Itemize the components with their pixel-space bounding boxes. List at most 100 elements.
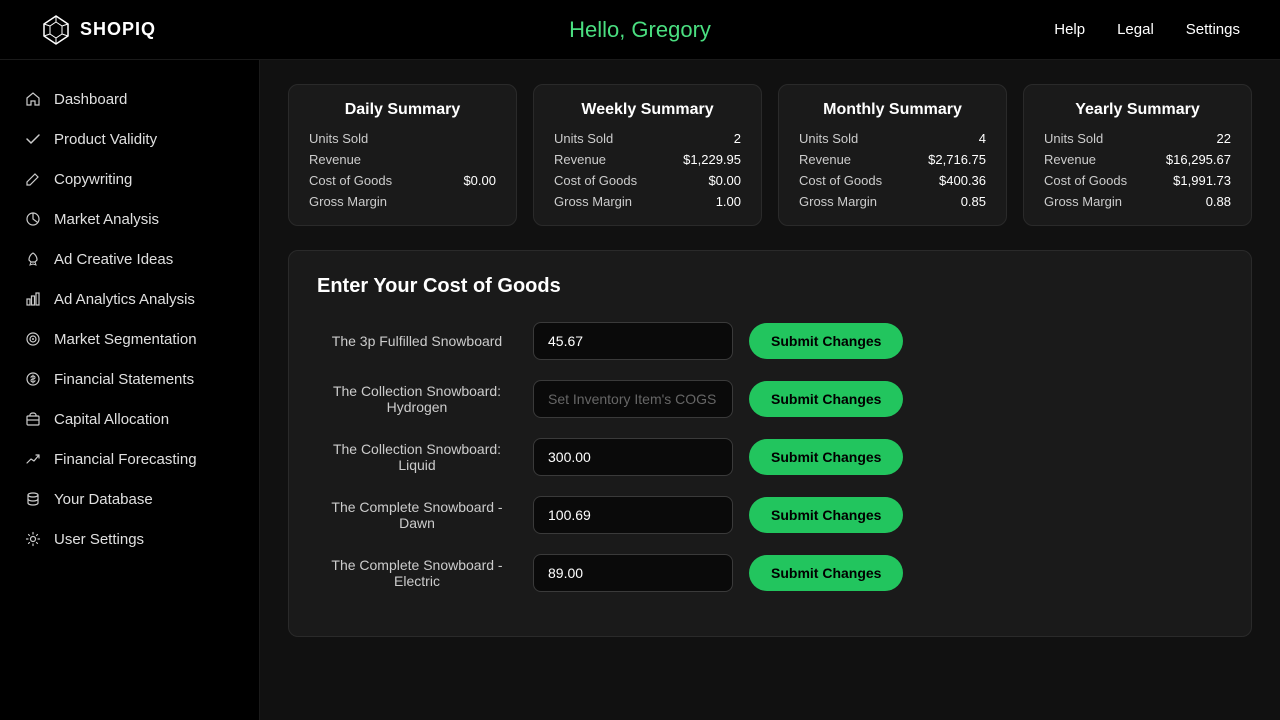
bar-chart-icon <box>24 290 42 308</box>
monthly-cog-label: Cost of Goods <box>799 173 882 188</box>
monthly-units-value: 4 <box>979 131 986 146</box>
main-content: Daily Summary Units Sold Revenue Cost of… <box>260 60 1280 720</box>
home-icon <box>24 90 42 108</box>
sidebar-label-financial-forecasting: Financial Forecasting <box>54 451 197 468</box>
cog-row-collection-liquid: The Collection Snowboard: Liquid Submit … <box>317 438 1223 476</box>
monthly-margin-label: Gross Margin <box>799 194 877 209</box>
sidebar-item-user-settings[interactable]: User Settings <box>0 520 259 558</box>
monthly-margin-value: 0.85 <box>961 194 986 209</box>
help-link[interactable]: Help <box>1054 21 1085 38</box>
yearly-summary-card: Yearly Summary Units Sold 22 Revenue $16… <box>1023 84 1252 226</box>
cog-row-collection-hydrogen: The Collection Snowboard: Hydrogen Submi… <box>317 380 1223 418</box>
app-header: SHOPIQ Hello, Gregory Help Legal Setting… <box>0 0 1280 60</box>
logo-icon <box>40 14 72 46</box>
monthly-revenue-label: Revenue <box>799 152 851 167</box>
cog-label-collection-liquid: The Collection Snowboard: Liquid <box>317 441 517 473</box>
weekly-margin-value: 1.00 <box>716 194 741 209</box>
cog-label-3p-fulfilled: The 3p Fulfilled Snowboard <box>317 333 517 349</box>
yearly-units-row: Units Sold 22 <box>1044 131 1231 146</box>
sidebar-item-your-database[interactable]: Your Database <box>0 480 259 518</box>
weekly-revenue-row: Revenue $1,229.95 <box>554 152 741 167</box>
submit-btn-collection-liquid[interactable]: Submit Changes <box>749 439 903 475</box>
sidebar-label-user-settings: User Settings <box>54 531 144 548</box>
weekly-units-label: Units Sold <box>554 131 613 146</box>
daily-units-label: Units Sold <box>309 131 368 146</box>
submit-btn-3p-fulfilled[interactable]: Submit Changes <box>749 323 903 359</box>
daily-margin-label: Gross Margin <box>309 194 387 209</box>
monthly-margin-row: Gross Margin 0.85 <box>799 194 986 209</box>
submit-btn-complete-electric[interactable]: Submit Changes <box>749 555 903 591</box>
sidebar-item-market-analysis[interactable]: Market Analysis <box>0 200 259 238</box>
weekly-cog-row: Cost of Goods $0.00 <box>554 173 741 188</box>
submit-btn-collection-hydrogen[interactable]: Submit Changes <box>749 381 903 417</box>
sidebar-item-product-validity[interactable]: Product Validity <box>0 120 259 158</box>
weekly-title: Weekly Summary <box>554 101 741 119</box>
daily-revenue-label: Revenue <box>309 152 361 167</box>
yearly-units-label: Units Sold <box>1044 131 1103 146</box>
check-icon <box>24 130 42 148</box>
trend-icon <box>24 450 42 468</box>
sidebar-label-capital-allocation: Capital Allocation <box>54 411 169 428</box>
dollar-icon <box>24 370 42 388</box>
cog-input-complete-electric[interactable] <box>533 554 733 592</box>
database-icon <box>24 490 42 508</box>
weekly-cog-label: Cost of Goods <box>554 173 637 188</box>
sidebar-label-product-validity: Product Validity <box>54 131 157 148</box>
sidebar-item-financial-forecasting[interactable]: Financial Forecasting <box>0 440 259 478</box>
monthly-title: Monthly Summary <box>799 101 986 119</box>
yearly-margin-row: Gross Margin 0.88 <box>1044 194 1231 209</box>
daily-units-row: Units Sold <box>309 131 496 146</box>
cog-input-3p-fulfilled[interactable] <box>533 322 733 360</box>
weekly-revenue-value: $1,229.95 <box>683 152 741 167</box>
monthly-cog-value: $400.36 <box>939 173 986 188</box>
cog-input-collection-liquid[interactable] <box>533 438 733 476</box>
sidebar-item-capital-allocation[interactable]: Capital Allocation <box>0 400 259 438</box>
legal-link[interactable]: Legal <box>1117 21 1154 38</box>
sidebar-item-financial-statements[interactable]: Financial Statements <box>0 360 259 398</box>
daily-summary-card: Daily Summary Units Sold Revenue Cost of… <box>288 84 517 226</box>
yearly-revenue-value: $16,295.67 <box>1166 152 1231 167</box>
cog-row-complete-dawn: The Complete Snowboard - Dawn Submit Cha… <box>317 496 1223 534</box>
cog-input-collection-hydrogen[interactable] <box>533 380 733 418</box>
sidebar-item-ad-creative-ideas[interactable]: Ad Creative Ideas <box>0 240 259 278</box>
sidebar-label-copywriting: Copywriting <box>54 171 132 188</box>
cog-input-complete-dawn[interactable] <box>533 496 733 534</box>
app-logo: SHOPIQ <box>40 14 156 46</box>
weekly-units-row: Units Sold 2 <box>554 131 741 146</box>
briefcase-icon <box>24 410 42 428</box>
sidebar-item-ad-analytics[interactable]: Ad Analytics Analysis <box>0 280 259 318</box>
sidebar-item-copywriting[interactable]: Copywriting <box>0 160 259 198</box>
sidebar-item-dashboard[interactable]: Dashboard <box>0 80 259 118</box>
cog-label-collection-hydrogen: The Collection Snowboard: Hydrogen <box>317 383 517 415</box>
weekly-margin-row: Gross Margin 1.00 <box>554 194 741 209</box>
sidebar-label-market-analysis: Market Analysis <box>54 211 159 228</box>
settings-link[interactable]: Settings <box>1186 21 1240 38</box>
yearly-cog-value: $1,991.73 <box>1173 173 1231 188</box>
weekly-margin-label: Gross Margin <box>554 194 632 209</box>
monthly-cog-row: Cost of Goods $400.36 <box>799 173 986 188</box>
yearly-revenue-label: Revenue <box>1044 152 1096 167</box>
sidebar: Dashboard Product Validity Copywriting M… <box>0 60 260 720</box>
sidebar-item-market-segmentation[interactable]: Market Segmentation <box>0 320 259 358</box>
yearly-margin-label: Gross Margin <box>1044 194 1122 209</box>
weekly-revenue-label: Revenue <box>554 152 606 167</box>
submit-btn-complete-dawn[interactable]: Submit Changes <box>749 497 903 533</box>
logo-text: SHOPIQ <box>80 19 156 40</box>
yearly-units-value: 22 <box>1217 131 1231 146</box>
monthly-revenue-value: $2,716.75 <box>928 152 986 167</box>
daily-cog-label: Cost of Goods <box>309 173 392 188</box>
sidebar-label-ad-analytics: Ad Analytics Analysis <box>54 291 195 308</box>
monthly-units-row: Units Sold 4 <box>799 131 986 146</box>
target-icon <box>24 330 42 348</box>
gear-icon <box>24 530 42 548</box>
sidebar-label-dashboard: Dashboard <box>54 91 127 108</box>
monthly-summary-card: Monthly Summary Units Sold 4 Revenue $2,… <box>778 84 1007 226</box>
daily-cog-row: Cost of Goods $0.00 <box>309 173 496 188</box>
greeting-text: Hello, Gregory <box>569 17 711 43</box>
weekly-summary-card: Weekly Summary Units Sold 2 Revenue $1,2… <box>533 84 762 226</box>
pencil-icon <box>24 170 42 188</box>
yearly-cog-label: Cost of Goods <box>1044 173 1127 188</box>
weekly-cog-value: $0.00 <box>708 173 741 188</box>
weekly-units-value: 2 <box>734 131 741 146</box>
cog-label-complete-electric: The Complete Snowboard - Electric <box>317 557 517 589</box>
